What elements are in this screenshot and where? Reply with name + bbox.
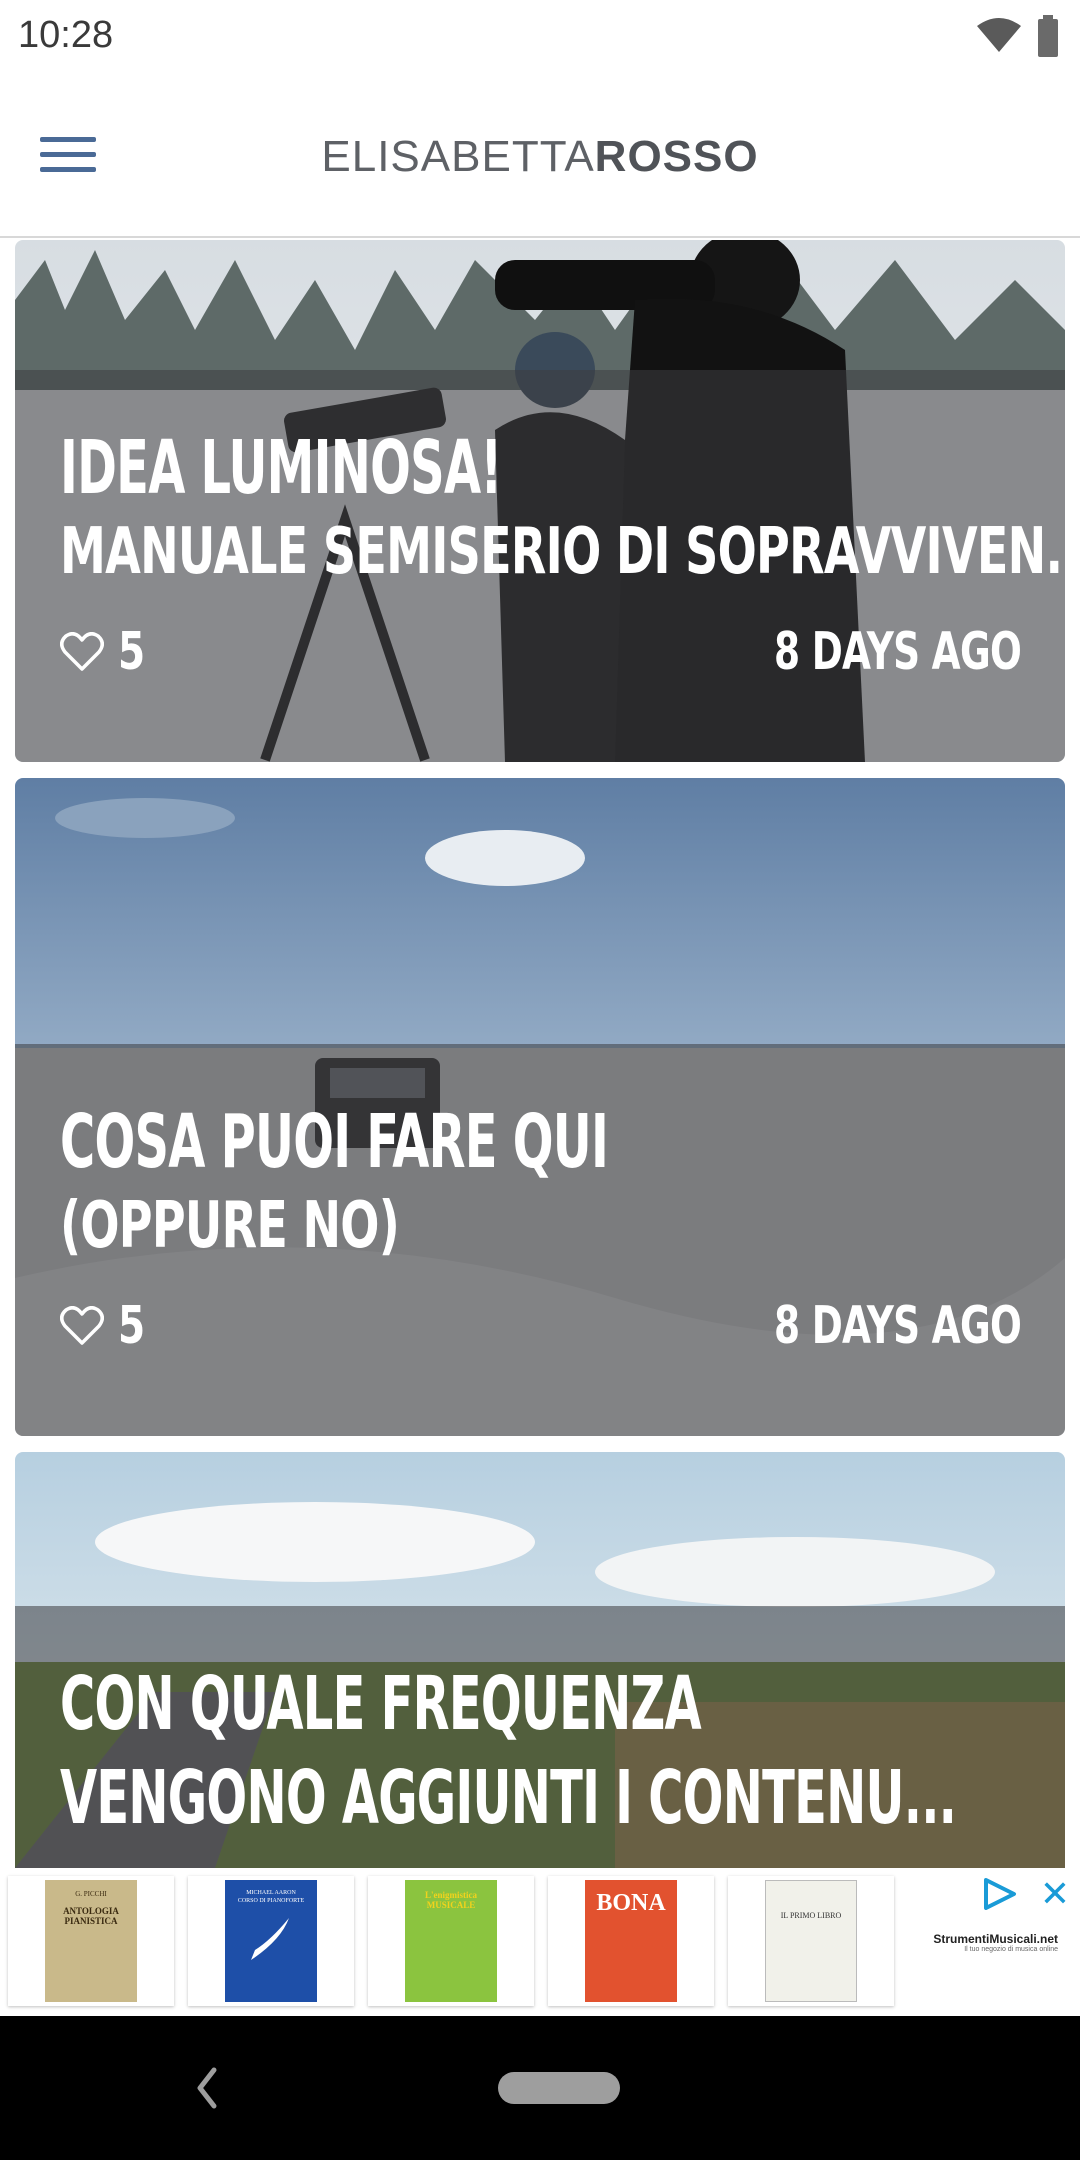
like-count: 5 xyxy=(118,622,146,682)
article-card[interactable]: COSA PUOI FARE QUI (OPPURE NO) 5 8 DAYS … xyxy=(15,778,1065,1436)
book-author: MICHAEL AARON xyxy=(246,1890,296,1896)
book-title: BONA xyxy=(596,1890,666,1916)
status-bar: 10:28 xyxy=(0,0,1080,72)
back-chevron-icon[interactable] xyxy=(192,2062,222,2114)
system-nav-bar xyxy=(0,2016,1080,2160)
card-overlay: IDEA LUMINOSA! MANUALE SEMISERIO DI SOPR… xyxy=(15,370,1065,762)
ad-brand-tagline: Il tuo negozio di musica online xyxy=(964,1946,1058,1953)
ad-brand: StrumentiMusicali.net Il tuo negozio di … xyxy=(933,1932,1058,1953)
book-title: IL PRIMO LIBRO xyxy=(780,1911,842,1920)
card-overlay: CON QUALE FREQUENZA VENGONO AGGIUNTI I C… xyxy=(15,1606,1065,1868)
brand-logo: ELISABETTAROSSO xyxy=(0,132,1080,182)
heart-outline-icon xyxy=(60,632,104,671)
like-button[interactable]: 5 xyxy=(60,1296,154,1356)
battery-icon xyxy=(1038,15,1058,57)
like-count: 5 xyxy=(118,1296,146,1356)
article-card[interactable]: CON QUALE FREQUENZA VENGONO AGGIUNTI I C… xyxy=(15,1452,1065,1868)
home-pill-button[interactable] xyxy=(498,2072,620,2104)
app-bar: ELISABETTAROSSO xyxy=(0,72,1080,238)
article-title: CON QUALE FREQUENZA xyxy=(60,1661,702,1747)
card-overlay: COSA PUOI FARE QUI (OPPURE NO) 5 8 DAYS … xyxy=(15,1044,1065,1436)
article-subtitle: VENGONO AGGIUNTI I CONTENU... xyxy=(60,1755,957,1841)
music-note-graphic xyxy=(251,1918,289,1960)
book-title: L'enigmistica MUSICALE xyxy=(425,1890,477,1910)
book-cover: L'enigmistica MUSICALE xyxy=(405,1880,497,2002)
brand-bold: ROSSO xyxy=(594,132,759,181)
book-title: CORSO DI PIANOFORTE xyxy=(237,1898,305,1904)
book-cover: MICHAEL AARON CORSO DI PIANOFORTE xyxy=(225,1880,317,2002)
ad-close-icon[interactable]: ✕ xyxy=(1040,1874,1070,1914)
ad-banner[interactable]: G. PICCHI ANTOLOGIA PIANISTICA MICHAEL A… xyxy=(0,1868,1080,2016)
article-subtitle: MANUALE SEMISERIO DI SOPRAVVIVEN... xyxy=(60,515,1065,589)
book-cover: G. PICCHI ANTOLOGIA PIANISTICA xyxy=(45,1880,137,2002)
status-time: 10:28 xyxy=(18,14,114,56)
like-button[interactable]: 5 xyxy=(60,622,154,682)
book-cover: IL PRIMO LIBRO xyxy=(765,1880,857,2002)
ad-product[interactable]: IL PRIMO LIBRO xyxy=(728,1876,894,2006)
article-title: COSA PUOI FARE QUI xyxy=(60,1099,609,1185)
article-card[interactable]: IDEA LUMINOSA! MANUALE SEMISERIO DI SOPR… xyxy=(15,240,1065,762)
ad-product[interactable]: MICHAEL AARON CORSO DI PIANOFORTE xyxy=(188,1876,354,2006)
article-subtitle: (OPPURE NO) xyxy=(60,1189,400,1263)
heart-outline-icon xyxy=(60,1306,104,1345)
ad-brand-name: StrumentiMusicali.net xyxy=(933,1932,1058,1946)
status-icons xyxy=(976,14,1060,58)
ad-product[interactable]: L'enigmistica MUSICALE xyxy=(368,1876,534,2006)
article-feed[interactable]: IDEA LUMINOSA! MANUALE SEMISERIO DI SOPR… xyxy=(0,240,1080,1868)
ad-product[interactable]: G. PICCHI ANTOLOGIA PIANISTICA xyxy=(8,1876,174,2006)
ad-product[interactable]: BONA xyxy=(548,1876,714,2006)
brand-light: ELISABETTA xyxy=(321,132,595,181)
book-title: ANTOLOGIA PIANISTICA xyxy=(63,1906,119,1926)
article-date: 8 DAYS AGO xyxy=(773,1296,1022,1356)
wifi-icon xyxy=(977,18,1021,52)
ad-choices-icon[interactable] xyxy=(982,1878,1018,1910)
article-title: IDEA LUMINOSA! xyxy=(60,425,502,511)
book-cover: BONA xyxy=(585,1880,677,2002)
article-date: 8 DAYS AGO xyxy=(773,622,1022,682)
book-author: G. PICCHI xyxy=(75,1890,107,1898)
